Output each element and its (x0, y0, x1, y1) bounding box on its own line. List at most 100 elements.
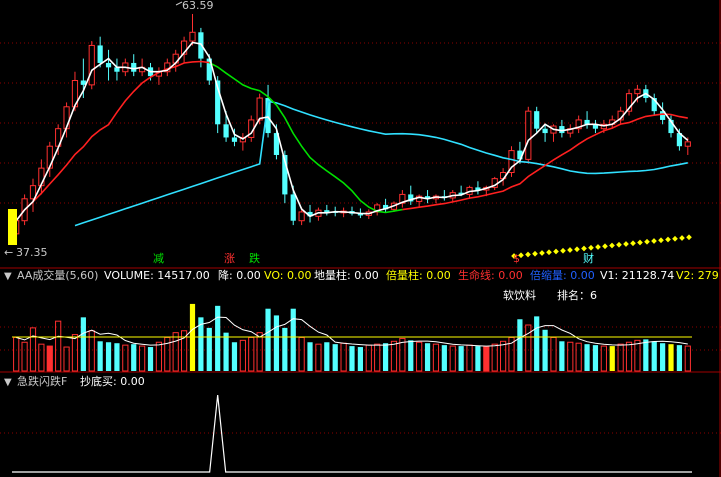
volume-bar (676, 345, 683, 371)
yellow-dot (686, 234, 692, 241)
candle-body-down (534, 111, 540, 129)
volume-bar (441, 345, 447, 371)
beiliangzhu-value: 倍量柱: 0.00 (386, 268, 451, 282)
candle-body-down (542, 128, 548, 134)
candle-body-down (80, 80, 86, 85)
volume-bar-highlight (47, 346, 53, 371)
volume-bar (282, 327, 288, 371)
volume-averages (12, 316, 692, 347)
candle-body-down (290, 194, 296, 221)
rank-label: 排名：6 (557, 288, 597, 302)
yellow-dot (616, 241, 622, 248)
volume-bar (349, 346, 355, 371)
volume-bar-up (491, 343, 498, 372)
volume-bar (424, 343, 431, 371)
volume-bar-up (617, 343, 624, 372)
volume-bar (114, 343, 120, 371)
candle-body-down (231, 137, 238, 142)
candle-body-up (88, 44, 95, 86)
candle-body-up (256, 97, 263, 121)
yellow-dot (644, 238, 650, 245)
yellow-dot (546, 249, 552, 256)
yellow-dot (602, 243, 608, 250)
candle-body-down (223, 124, 229, 138)
volume-bar (668, 344, 674, 371)
marker-die: 跌 (249, 251, 260, 265)
yellow-dot (588, 244, 594, 251)
volume-bar (643, 339, 649, 371)
indicator-value: 抄底买: 0.00 (80, 374, 145, 388)
volume-bar (265, 308, 271, 371)
yellow-dot (609, 242, 615, 249)
volume-bar-up (550, 336, 557, 372)
panel-toggle-icon[interactable]: ▼ (4, 271, 12, 282)
volume-bar (80, 317, 86, 371)
candle-body-up (298, 211, 305, 222)
volume-bar (131, 344, 137, 371)
volume-bar (307, 342, 313, 371)
volume-bar-up (374, 343, 381, 372)
volume-bar-up (625, 341, 633, 372)
volume-bar (542, 329, 548, 371)
volume-bar-up (466, 344, 473, 372)
volume-bar (147, 347, 154, 371)
volume-bar (475, 346, 481, 371)
volume-bar-up (634, 339, 641, 372)
volume-bar-up (298, 336, 305, 372)
low-arrow-icon: ← (4, 246, 13, 259)
volume-bar-up (416, 341, 423, 372)
volume-bar (660, 343, 666, 371)
yellow-dot (595, 244, 601, 250)
volume-bar-up (500, 340, 507, 372)
yellow-signal-bar (8, 209, 17, 245)
volume-bar-up (248, 336, 255, 372)
volume-header: ▼ AA成交量(5,60) VOLUME: 14517.00 降: 0.00 V… (4, 268, 719, 282)
v2-value: V2: 279 (676, 269, 719, 282)
yellow-dot (560, 247, 566, 254)
yellow-dot (679, 235, 685, 241)
volume-bar (105, 342, 112, 371)
volume-bar-up (365, 344, 372, 372)
yellow-dot (672, 235, 678, 242)
diliangzhu-value: 地量柱: 0.00 (314, 268, 379, 282)
volume-bar-up (29, 327, 37, 372)
yellow-dot (574, 246, 580, 253)
volume-indicator-name[interactable]: AA成交量(5,60) (17, 268, 98, 282)
volume-bar-up (575, 342, 582, 372)
yellow-dot (637, 239, 643, 246)
low-price-label: 37.35 (16, 246, 48, 259)
volume-bar-up (239, 339, 246, 372)
volume-bar-up (122, 344, 129, 372)
volume-bar-up (21, 341, 28, 372)
volume-bar (332, 344, 338, 371)
candle-body-down (97, 45, 103, 63)
volume-bar-up (172, 332, 179, 372)
volume-bar-up (13, 336, 20, 372)
volume-bar (290, 308, 296, 371)
volume-bar (223, 332, 229, 371)
volume-bar-up (155, 341, 163, 372)
jiang-value: 降: 0.00 (218, 268, 261, 282)
volume-bar-up (390, 340, 398, 372)
volume-bar (592, 345, 599, 371)
marker-jian: 减 (153, 252, 164, 265)
indicator-name[interactable]: 急跌闪跌F (17, 374, 67, 388)
volume-bar-up (600, 345, 607, 372)
volume-bar-up (71, 334, 79, 372)
volume-bar-up (684, 345, 691, 372)
candle-body-up (525, 110, 532, 160)
yellow-dot (567, 247, 573, 253)
volume-bar (273, 315, 280, 371)
candle-body-down (559, 126, 565, 134)
volume-bar (382, 343, 389, 371)
volume-bar (559, 341, 565, 371)
candle-body-up (684, 141, 691, 147)
yellow-dot (658, 237, 664, 244)
beisuoliang-value: 倍缩量: 0.00 (530, 268, 595, 282)
volume-bar-up (256, 332, 263, 372)
stock-chart[interactable]: 63.59 37.35 ← 减 涨 跌 $ 财 ▼ AA成交量(5,60) VO… (0, 0, 721, 477)
volume-bar-up (567, 341, 574, 372)
volume-bar-up (55, 320, 62, 372)
panel-toggle-icon[interactable]: ▼ (4, 377, 12, 388)
volume-bar (215, 305, 221, 371)
